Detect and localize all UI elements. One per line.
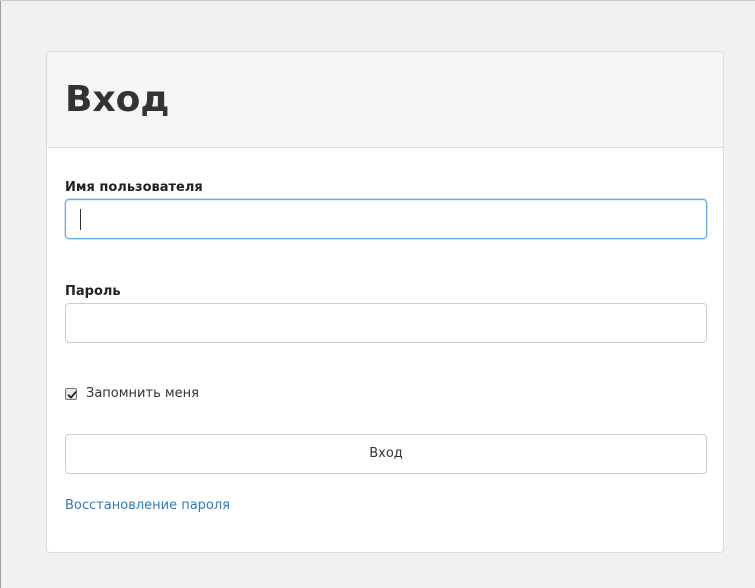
remember-me-label: Запомнить меня xyxy=(86,386,200,401)
page-title: Вход xyxy=(65,79,170,120)
remember-me-row[interactable]: Запомнить меня xyxy=(65,384,199,404)
password-input[interactable] xyxy=(65,303,707,343)
remember-me-checkbox[interactable] xyxy=(65,388,77,400)
window-frame-left xyxy=(0,0,1,588)
username-label: Имя пользователя xyxy=(65,180,203,195)
password-label: Пароль xyxy=(65,284,121,299)
username-input[interactable] xyxy=(65,199,707,239)
login-button[interactable]: Вход xyxy=(65,434,707,474)
text-caret xyxy=(80,209,81,230)
checkmark-icon xyxy=(67,391,77,399)
login-panel-heading: Вход xyxy=(47,52,723,148)
password-recovery-link[interactable]: Восстановление пароля xyxy=(65,498,230,514)
login-panel: Вход Имя пользователя Пароль Запомнить м… xyxy=(46,51,724,553)
window-frame-top xyxy=(0,0,755,1)
